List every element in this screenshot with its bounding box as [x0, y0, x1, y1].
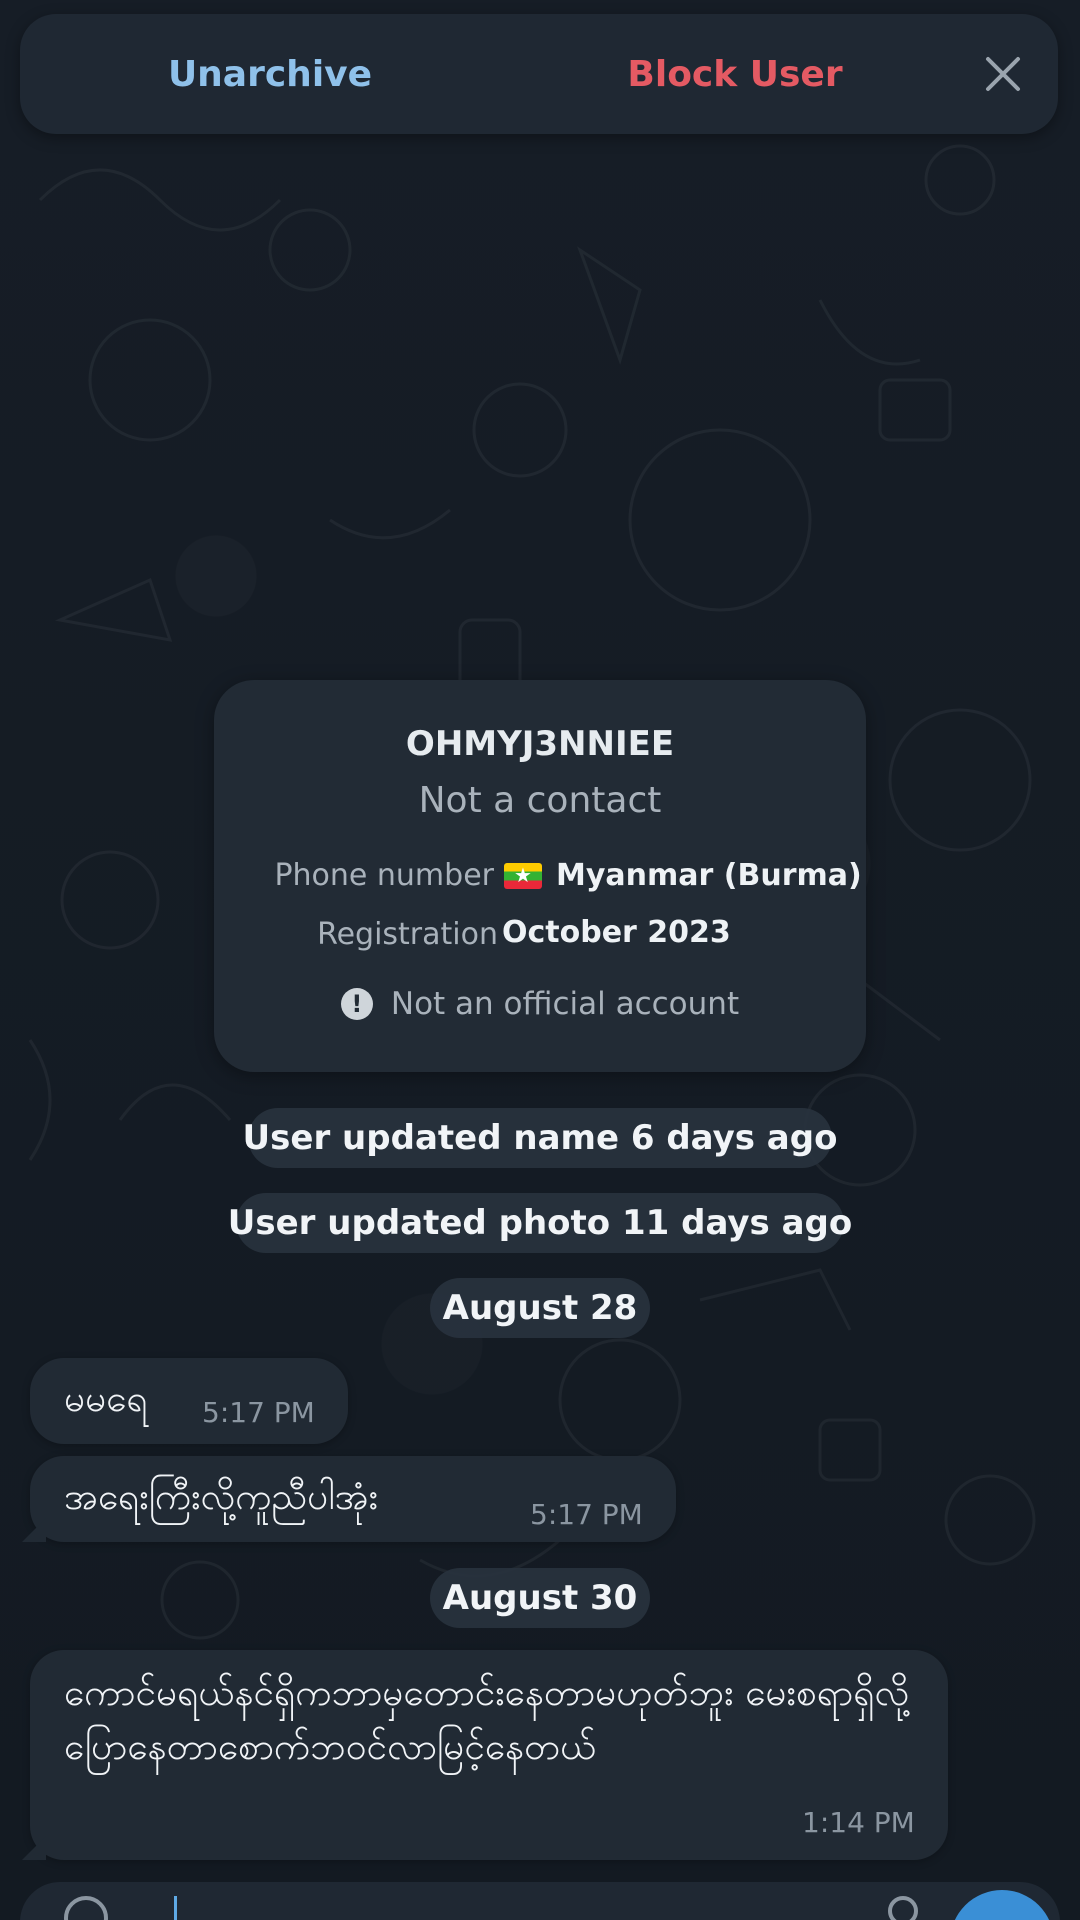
- message-text: ကောင်မရယ်နင်ရှိကဘာမှတောင်းနေတာမဟုတ်ဘူး မ…: [64, 1671, 910, 1768]
- message-bubble[interactable]: အရေးကြီးလို့ကူညီပါအုံး 5:17 PM: [22, 1456, 676, 1542]
- message-composer[interactable]: [20, 1882, 1060, 1920]
- chat-screen: Unarchive Block User OHMYJ3NNIEE Not a c…: [0, 0, 1080, 1920]
- official-notice: ! Not an official account: [214, 986, 866, 1022]
- archive-action-bar: Unarchive Block User: [20, 14, 1058, 134]
- message-bubble[interactable]: ကောင်မရယ်နင်ရှိကဘာမှတောင်းနေတာမဟုတ်ဘူး မ…: [22, 1650, 948, 1860]
- phone-country-value: ★ Myanmar (Burma): [504, 858, 862, 893]
- contact-info-card: OHMYJ3NNIEE Not a contact Phone number ★…: [214, 680, 866, 1072]
- block-user-button[interactable]: Block User: [490, 14, 980, 134]
- date-separator: August 30: [430, 1568, 650, 1628]
- contact-name: OHMYJ3NNIEE: [405, 724, 675, 764]
- message-text: အရေးကြီးလို့ကူညီပါအုံး: [64, 1475, 379, 1518]
- registration-label: Registration: [317, 917, 498, 952]
- myanmar-flag-icon: ★: [504, 862, 542, 889]
- message-text: မမရေ: [64, 1377, 148, 1420]
- message-time: 5:17 PM: [202, 1396, 315, 1429]
- service-photo-update: User updated photo 11 days ago: [228, 1193, 852, 1253]
- unarchive-button[interactable]: Unarchive: [20, 14, 520, 134]
- attach-icon[interactable]: [888, 1896, 918, 1920]
- emoji-icon[interactable]: [64, 1896, 108, 1920]
- message-time: 1:14 PM: [802, 1806, 915, 1839]
- contact-status: Not a contact: [418, 780, 662, 821]
- phone-number-label: Phone number: [274, 858, 494, 893]
- service-name-update: User updated name 6 days ago: [243, 1108, 837, 1168]
- official-notice-text: Not an official account: [390, 986, 740, 1022]
- message-bubble[interactable]: မမရေ 5:17 PM: [30, 1358, 348, 1444]
- close-icon[interactable]: [978, 49, 1028, 99]
- date-separator: August 28: [430, 1278, 650, 1338]
- bubble-tail: [22, 1836, 46, 1860]
- text-cursor: [174, 1896, 177, 1920]
- message-time: 5:17 PM: [530, 1498, 643, 1531]
- bubble-tail: [22, 1518, 46, 1542]
- phone-country-text: Myanmar (Burma): [556, 858, 862, 893]
- exclamation-circle-icon: !: [340, 988, 373, 1020]
- registration-value: October 2023: [502, 915, 731, 950]
